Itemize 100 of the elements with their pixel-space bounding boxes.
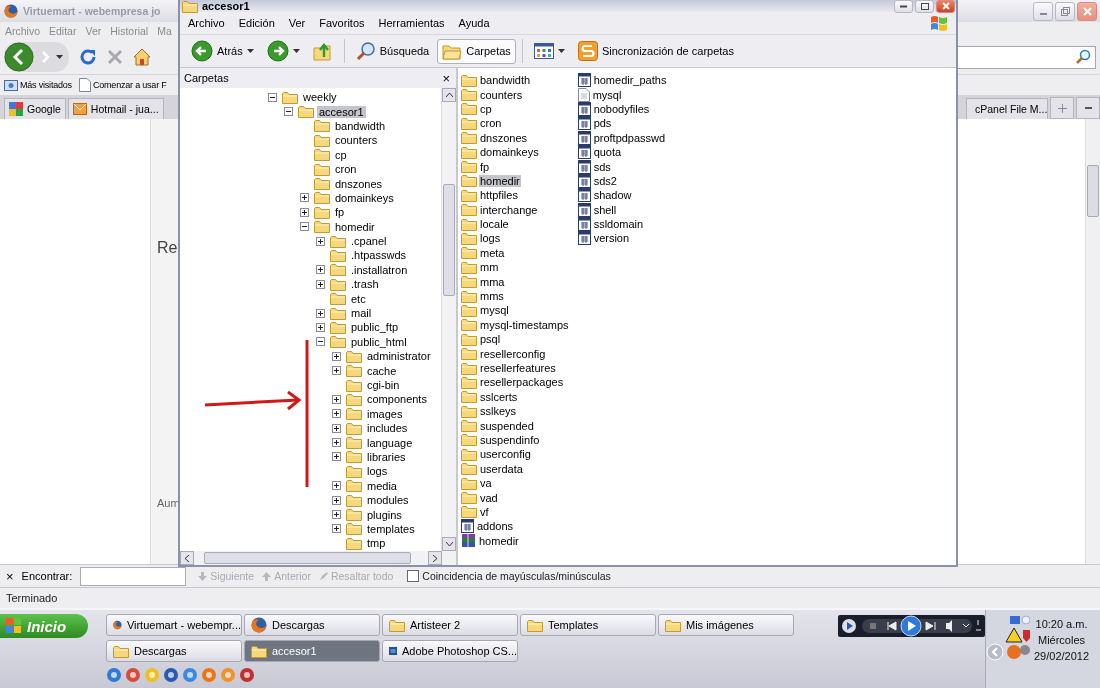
tree-item[interactable]: dnszones [333,177,385,190]
file-item[interactable]: resellerconfig [479,347,547,360]
expand-toggle[interactable] [332,351,341,361]
expand-toggle[interactable] [300,207,309,217]
file-item[interactable]: dnszones [479,131,529,144]
menu-item[interactable]: Archivo [188,17,225,29]
file-item[interactable]: shell [592,203,618,216]
file-item[interactable]: bandwidth [479,74,532,87]
tree-item[interactable]: templates [365,522,417,535]
expand-toggle[interactable] [332,495,341,505]
taskbar-button[interactable]: Mis imágenes [658,614,794,636]
collapse-toggle[interactable] [300,222,309,232]
tree-item[interactable]: media [365,479,399,492]
media-player-controls[interactable] [838,615,985,637]
tab-list-button[interactable] [1050,97,1074,119]
file-item[interactable]: counters [479,88,524,101]
tree-item[interactable]: cgi-bin [365,379,402,391]
expand-toggle[interactable] [316,279,325,289]
file-item[interactable]: pds [592,117,613,130]
file-item[interactable]: resellerfeatures [479,362,557,374]
checkbox[interactable] [407,570,420,582]
browser-tab[interactable]: Hotmail - jua... [67,98,164,119]
maximize-button[interactable] [915,0,934,13]
tree-item[interactable]: .htpasswds [349,249,409,262]
folders-button[interactable]: Carpetas [437,38,516,64]
file-item[interactable]: ssldomain [592,218,645,231]
app-icon[interactable] [125,667,141,683]
close-button[interactable] [1077,1,1097,21]
tree-item[interactable]: images [365,407,405,420]
scrollbar-thumb[interactable] [443,184,455,296]
collapse-toggle[interactable] [316,337,325,347]
file-item[interactable]: suspendinfo [479,433,541,446]
expand-toggle[interactable] [332,524,341,534]
file-item[interactable]: mms [479,290,505,303]
file-item[interactable]: mm [479,261,500,274]
tree-item[interactable]: tmp [365,537,388,550]
close-pane-button[interactable]: × [442,70,450,86]
tree-item[interactable]: public_html [349,335,409,348]
file-item[interactable]: va [479,477,493,490]
tree-item[interactable]: administrator [365,350,433,363]
tree-item[interactable]: public_ftp [349,321,401,334]
file-item[interactable]: mysql-timestamps [479,318,570,331]
app-icon[interactable] [106,667,122,683]
file-item[interactable]: userdata [479,462,524,475]
browser-tab[interactable]: cPanel File M... [966,98,1048,119]
tree-item[interactable]: accesor1 [317,105,366,118]
file-item[interactable]: psql [479,333,502,346]
restore-button[interactable] [1055,1,1075,21]
app-icon[interactable] [163,667,179,683]
taskbar-button[interactable]: Artisteer 2 [382,614,518,636]
tree-item[interactable]: cp [333,148,349,161]
app-icon[interactable] [239,667,255,683]
file-item[interactable]: mysql [479,304,510,317]
close-find-button[interactable]: × [6,568,14,584]
expand-toggle[interactable] [332,510,341,519]
home-icon[interactable] [133,48,151,66]
search-button[interactable]: Búsqueda [350,37,435,65]
search-field[interactable] [955,45,1096,69]
tree-item[interactable]: .trash [349,278,381,291]
scroll-down-button[interactable] [442,537,456,551]
tab-menu-button[interactable] [1076,97,1100,119]
tree-item[interactable]: homedir [333,220,377,233]
clock-time[interactable]: 10:20 a.m. [1035,618,1088,630]
collapse-toggle[interactable] [284,107,293,117]
file-item[interactable]: vad [479,491,499,504]
tree-item[interactable]: components [365,393,429,406]
file-item[interactable]: interchange [479,203,539,216]
tree-item[interactable]: modules [365,494,411,507]
checkbox-label[interactable]: Coincidencia de mayúsculas/minúsculas [422,570,611,582]
tree-item[interactable]: domainkeys [333,191,396,204]
taskbar-button[interactable]: Virtuemart - webempr... [106,614,242,636]
browser-tab[interactable]: Google [4,98,66,119]
expand-toggle[interactable] [332,366,341,376]
tree-item[interactable]: .installatron [349,263,410,276]
file-item[interactable]: homedir_paths [592,74,668,87]
taskbar-button[interactable]: Adobe Photoshop CS... [382,640,518,662]
file-item[interactable]: cron [479,117,503,130]
menu-item[interactable]: Ayuda [458,17,490,29]
reload-icon[interactable] [79,48,97,66]
tree-item[interactable]: cache [365,364,399,377]
file-item[interactable]: logs [479,232,502,245]
expand-toggle[interactable] [332,438,341,448]
close-button[interactable] [936,0,955,13]
collapse-toggle[interactable] [268,92,277,102]
file-item[interactable]: locale [479,218,510,231]
file-item[interactable]: userconfig [479,448,532,461]
bookmark-link[interactable]: Comenzar a usar F [92,80,167,90]
file-item[interactable]: mma [479,275,506,288]
file-item[interactable]: suspended [479,419,535,432]
taskbar-button[interactable]: Descargas [106,640,242,662]
back-button[interactable] [4,42,34,72]
expand-toggle[interactable] [316,265,325,275]
file-item[interactable]: domainkeys [479,146,540,159]
expand-toggle[interactable] [332,481,341,491]
back-button[interactable]: Atrás [186,36,259,66]
file-item[interactable]: sds2 [592,174,618,187]
tree-item[interactable]: language [365,436,415,449]
tree-item[interactable]: fp [333,206,347,219]
tree-item[interactable]: counters [333,134,380,147]
tree-item[interactable]: plugins [365,508,404,521]
